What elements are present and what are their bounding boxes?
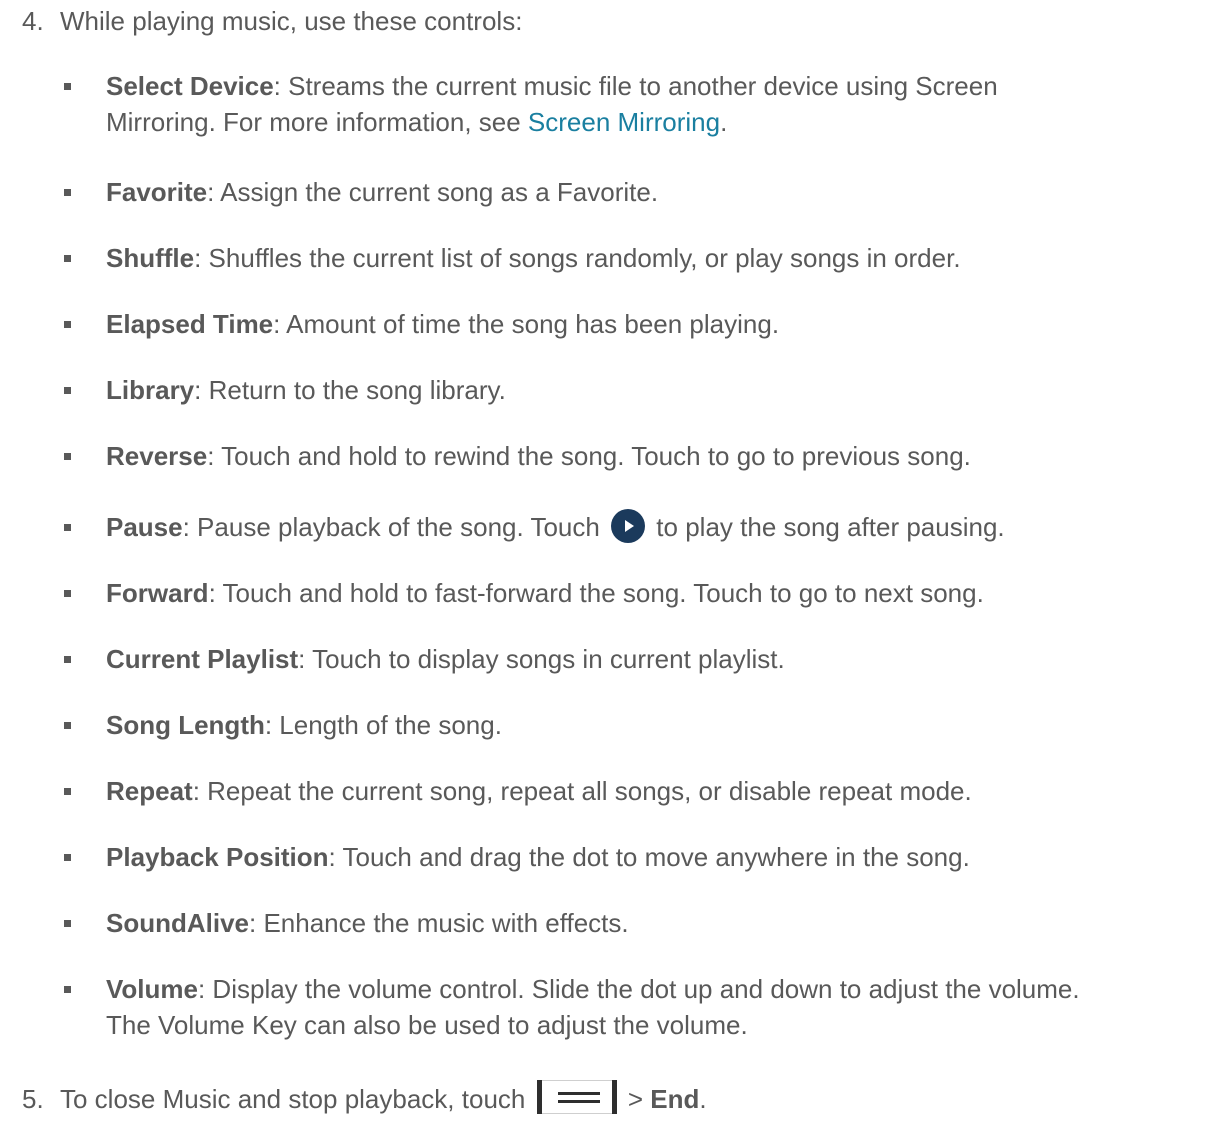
term: Library bbox=[106, 375, 195, 405]
bullet bbox=[64, 255, 71, 262]
term: Playback Position bbox=[106, 842, 329, 872]
screen-mirroring-link[interactable]: Screen Mirroring bbox=[528, 107, 720, 137]
desc-line-2: Mirroring. For more information, see bbox=[106, 107, 528, 137]
list-item-playback-position: Playback Position: Touch and drag the do… bbox=[64, 839, 970, 875]
end-label: End bbox=[650, 1084, 700, 1114]
bullet bbox=[64, 524, 71, 531]
step-number: 4. bbox=[22, 6, 44, 36]
term: Elapsed Time bbox=[106, 309, 274, 339]
bullet bbox=[64, 189, 71, 196]
bullet bbox=[64, 986, 71, 993]
term: Select Device bbox=[106, 71, 274, 101]
list-item-library: Library: Return to the song library. bbox=[64, 372, 506, 408]
term: SoundAlive bbox=[106, 908, 250, 938]
bullet bbox=[64, 83, 71, 90]
desc: : Touch to display songs in current play… bbox=[298, 644, 785, 674]
list-item-song-length: Song Length: Length of the song. bbox=[64, 707, 502, 743]
desc: : Touch and hold to rewind the song. Tou… bbox=[207, 441, 971, 471]
desc: : Display the volume control. Slide the … bbox=[197, 974, 1080, 1004]
separator: > bbox=[620, 1084, 651, 1114]
step-5: 5. To close Music and stop playback, touc… bbox=[22, 1080, 707, 1115]
term: Current Playlist bbox=[106, 644, 299, 674]
term: Forward bbox=[106, 578, 209, 608]
step-4: 4. While playing music, use these control… bbox=[22, 6, 522, 37]
step-number: 5. bbox=[22, 1084, 44, 1114]
list-item-pause: Pause: Pause playback of the song. Touch… bbox=[64, 509, 1005, 545]
bullet bbox=[64, 920, 71, 927]
desc: : Streams the current music file to anot… bbox=[273, 71, 998, 101]
desc: : Pause playback of the song. Touch bbox=[182, 512, 608, 542]
desc: : Touch and hold to fast-forward the son… bbox=[208, 578, 984, 608]
list-item-reverse: Reverse: Touch and hold to rewind the so… bbox=[64, 438, 971, 474]
bullet bbox=[64, 453, 71, 460]
list-item-forward: Forward: Touch and hold to fast-forward … bbox=[64, 575, 984, 611]
term: Repeat bbox=[106, 776, 193, 806]
bullet bbox=[64, 788, 71, 795]
desc: : Touch and drag the dot to move anywher… bbox=[328, 842, 970, 872]
bullet bbox=[64, 656, 71, 663]
desc: : Repeat the current song, repeat all so… bbox=[192, 776, 972, 806]
list-item-soundalive: SoundAlive: Enhance the music with effec… bbox=[64, 905, 629, 941]
bullet bbox=[64, 722, 71, 729]
desc: : Length of the song. bbox=[264, 710, 502, 740]
desc-line-2: The Volume Key can also be used to adjus… bbox=[106, 1010, 748, 1040]
desc-after: to play the song after pausing. bbox=[649, 512, 1005, 542]
bullet bbox=[64, 590, 71, 597]
list-item-select-device: Select Device: Streams the current music… bbox=[64, 68, 998, 140]
desc: : Return to the song library. bbox=[194, 375, 506, 405]
list-item-current-playlist: Current Playlist: Touch to display songs… bbox=[64, 641, 785, 677]
term: Song Length bbox=[106, 710, 265, 740]
bullet bbox=[64, 321, 71, 328]
term: Volume bbox=[106, 974, 198, 1004]
term: Reverse bbox=[106, 441, 208, 471]
desc: : Assign the current song as a Favorite. bbox=[207, 177, 659, 207]
term: Pause bbox=[106, 512, 183, 542]
menu-icon bbox=[536, 1080, 617, 1114]
term: Shuffle bbox=[106, 243, 195, 273]
list-item-favorite: Favorite: Assign the current song as a F… bbox=[64, 174, 659, 210]
desc: : Enhance the music with effects. bbox=[249, 908, 629, 938]
list-item-repeat: Repeat: Repeat the current song, repeat … bbox=[64, 773, 972, 809]
play-circle-icon bbox=[611, 509, 646, 543]
step-text: While playing music, use these controls: bbox=[60, 6, 523, 36]
step-text: To close Music and stop playback, touch bbox=[60, 1084, 533, 1114]
list-item-elapsed-time: Elapsed Time: Amount of time the song ha… bbox=[64, 306, 780, 342]
bullet bbox=[64, 387, 71, 394]
list-item-shuffle: Shuffle: Shuffles the current list of so… bbox=[64, 240, 961, 276]
term: Favorite bbox=[106, 177, 208, 207]
desc: : Amount of time the song has been playi… bbox=[273, 309, 780, 339]
list-item-volume: Volume: Display the volume control. Slid… bbox=[64, 971, 1080, 1043]
desc: : Shuffles the current list of songs ran… bbox=[194, 243, 961, 273]
bullet bbox=[64, 854, 71, 861]
